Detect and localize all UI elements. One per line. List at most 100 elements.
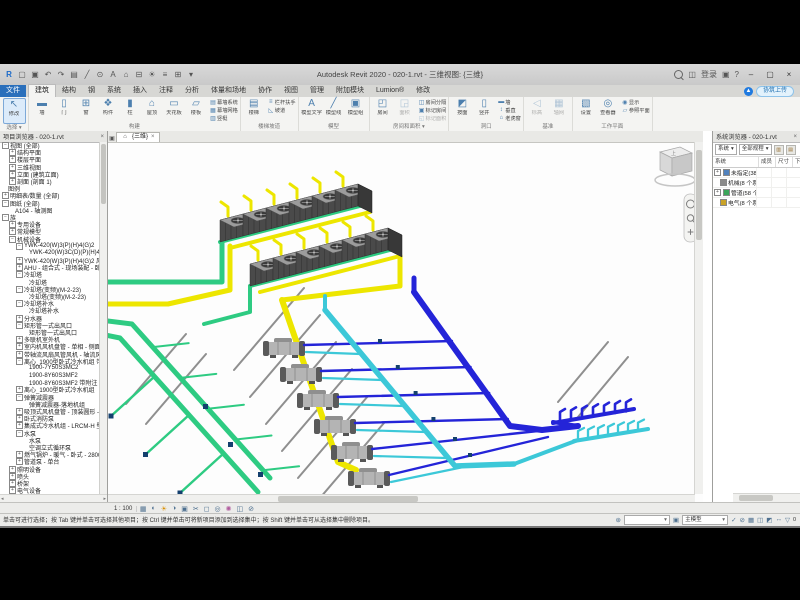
ribbon-button-small[interactable]: ▬墙: [497, 98, 521, 106]
constraints-icon[interactable]: ⊘: [246, 505, 257, 513]
drawing-vscrollbar[interactable]: [694, 142, 703, 494]
tree-item[interactable]: +集成式冷水机组 - LRCM-H 型 - 带管道 - 100-175 Ch: [0, 422, 100, 429]
tree-expander[interactable]: −: [16, 300, 23, 307]
model-3d-view[interactable]: 上: [108, 142, 695, 494]
chiller-unit[interactable]: [331, 442, 373, 462]
tree-item[interactable]: −机械设备: [0, 235, 100, 242]
tree-item[interactable]: −族: [0, 214, 100, 221]
tree-expander[interactable]: +: [9, 228, 16, 235]
green-main[interactable]: [108, 243, 222, 282]
ribbon-button-small[interactable]: ▦幕墙网格: [209, 106, 238, 114]
tree-expander[interactable]: +: [16, 343, 23, 350]
tree-expander[interactable]: +: [9, 156, 16, 163]
yellow-riser[interactable]: [274, 240, 281, 254]
tree-expander[interactable]: +: [9, 487, 16, 494]
open-icon[interactable]: ▢: [17, 70, 27, 80]
tag-icon[interactable]: ⊙: [95, 70, 105, 80]
system-row[interactable]: +管道(58 个系统): [713, 188, 800, 198]
customize-icon[interactable]: ▾: [186, 70, 196, 80]
valve[interactable]: [396, 365, 400, 369]
yellow-riser[interactable]: [244, 196, 251, 210]
ribbon-tab-x[interactable]: 系统: [101, 85, 127, 97]
tree-expander[interactable]: −: [16, 286, 23, 293]
temporary-hide-icon[interactable]: ◎: [212, 505, 223, 513]
cyan-branch[interactable]: [374, 456, 447, 458]
ribbon-tab-x[interactable]: 管理: [304, 85, 330, 97]
system-row[interactable]: 电气(8 个系统): [713, 198, 800, 208]
ribbon-tab-x[interactable]: 插入: [127, 85, 153, 97]
ribbon-tab-x[interactable]: 分析: [179, 85, 205, 97]
tree-expander[interactable]: +: [16, 408, 23, 415]
ribbon-button-small[interactable]: ▤幕墙系统: [209, 98, 238, 106]
ribbon-tab-x[interactable]: 建筑: [28, 84, 56, 97]
tree-expander[interactable]: +: [9, 221, 16, 228]
ribbon-button[interactable]: A模型文字: [301, 98, 322, 122]
system-row[interactable]: 机械(8 个系统): [713, 178, 800, 188]
green-branch[interactable]: [263, 466, 299, 470]
save-icon[interactable]: ▣: [30, 70, 40, 80]
tree-expander[interactable]: +: [9, 473, 16, 480]
tree-expander[interactable]: +: [16, 386, 23, 393]
tree-expander[interactable]: +: [9, 149, 16, 156]
tree-item[interactable]: 1900-7Y50S3MC2: [0, 365, 100, 372]
ribbon-button[interactable]: ╱模型线: [323, 98, 344, 122]
tree-expander[interactable]: −: [16, 394, 23, 401]
tree-expander[interactable]: −: [16, 430, 23, 437]
search-icon[interactable]: [674, 70, 683, 79]
ribbon-button[interactable]: ⊞窗: [76, 98, 97, 122]
design-options-icon[interactable]: ▣: [673, 516, 679, 524]
tree-expander[interactable]: −: [16, 271, 23, 278]
valve[interactable]: [378, 339, 382, 343]
ribbon-tab-x[interactable]: 协作: [252, 85, 278, 97]
cyan-branch[interactable]: [323, 378, 382, 380]
yellow-riser[interactable]: [313, 178, 320, 192]
ribbon-tab-x[interactable]: 注释: [153, 85, 179, 97]
tree-expander[interactable]: −: [16, 358, 23, 365]
ribbon-button[interactable]: ▭天花板: [164, 98, 185, 122]
tree-expander[interactable]: +: [9, 480, 16, 487]
print-icon[interactable]: ▤: [69, 70, 79, 80]
close-icon[interactable]: ×: [793, 134, 797, 140]
green-branch[interactable]: [236, 436, 272, 440]
rendering-icon[interactable]: ▣: [179, 505, 191, 513]
views-list-icon[interactable]: ▣: [108, 135, 116, 142]
detail-level-icon[interactable]: ▦: [137, 505, 149, 513]
green-branch[interactable]: [145, 415, 189, 455]
system-browser-hscrollbar[interactable]: [733, 493, 800, 502]
view-tab-close-icon[interactable]: ×: [151, 133, 155, 142]
tree-item[interactable]: +管道泵 - 单台: [0, 458, 100, 465]
tree-item[interactable]: −YWK-420(W)3(P)(H)4(G)2: [0, 243, 100, 250]
section-icon[interactable]: ⊟: [134, 70, 144, 80]
ribbon-tab-x[interactable]: 钢: [82, 85, 101, 97]
tree-expander[interactable]: −: [16, 322, 23, 329]
workset-dropdown[interactable]: ▾: [624, 515, 670, 525]
tree-item[interactable]: +楼层平面: [0, 156, 100, 163]
green-branch[interactable]: [111, 377, 155, 417]
shadows-icon[interactable]: ◑: [170, 505, 179, 513]
ribbon-button[interactable]: ▬墙: [32, 98, 53, 122]
ribbon-tab-x[interactable]: 结构: [56, 85, 82, 97]
blue-branch[interactable]: [355, 419, 508, 423]
ribbon-tab-x[interactable]: 附加模块: [330, 85, 370, 97]
drag-on-selection-icon[interactable]: ↔: [775, 516, 782, 524]
tree-item[interactable]: +AHU - 组合式 - 现场装配 - 卧式 - 标准 - 2000 - 330…: [0, 264, 100, 271]
ribbon-button-small[interactable]: ◫房间分隔: [418, 98, 447, 106]
gray-pipe[interactable]: [146, 354, 206, 424]
tree-expander[interactable]: +: [16, 451, 23, 458]
valve[interactable]: [453, 437, 457, 441]
green-branch[interactable]: [180, 454, 224, 494]
tree-item[interactable]: +照明设备: [0, 465, 100, 472]
tree-expander[interactable]: +: [16, 422, 23, 429]
pump[interactable]: [143, 452, 148, 457]
close-icon[interactable]: ×: [100, 134, 104, 140]
undo-icon[interactable]: ↶: [43, 70, 53, 80]
ribbon-button[interactable]: ▯竖井: [474, 98, 495, 122]
tree-expander[interactable]: +: [9, 164, 16, 171]
green-branch[interactable]: [180, 374, 216, 378]
pump[interactable]: [109, 414, 114, 419]
revit-logo-icon[interactable]: R: [4, 70, 14, 80]
ribbon-button[interactable]: ↖修改: [3, 98, 26, 124]
ribbon-tab-x[interactable]: 修改: [410, 85, 436, 97]
tree-item[interactable]: −水泵: [0, 430, 100, 437]
cart-icon[interactable]: ▣: [722, 70, 730, 79]
